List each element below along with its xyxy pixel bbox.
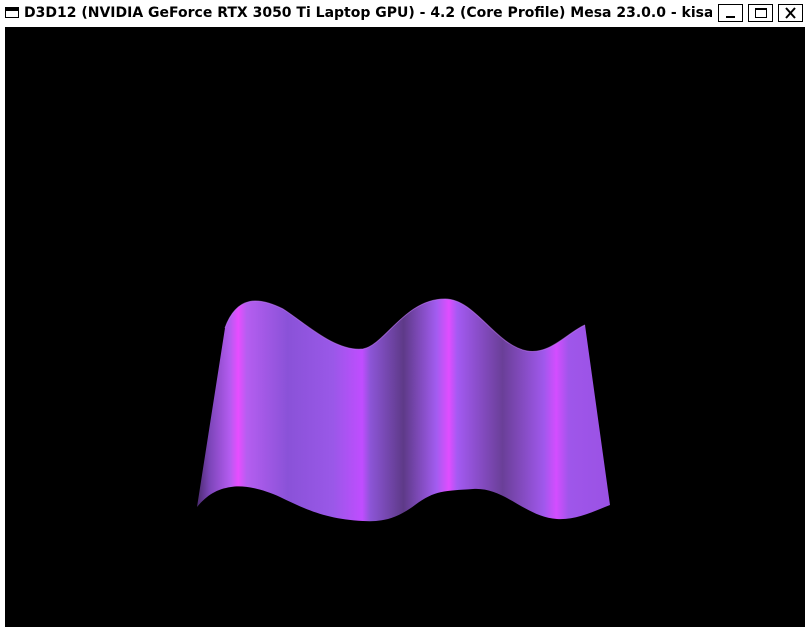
maximize-icon	[755, 8, 767, 18]
app-window: D3D12 (NVIDIA GeForce RTX 3050 Ti Laptop…	[0, 0, 809, 631]
render-viewport[interactable]	[5, 27, 805, 627]
minimize-button[interactable]	[718, 4, 743, 22]
window-title: D3D12 (NVIDIA GeForce RTX 3050 Ti Laptop…	[24, 5, 712, 21]
title-bar[interactable]: D3D12 (NVIDIA GeForce RTX 3050 Ti Laptop…	[0, 0, 809, 26]
wave-surface	[197, 298, 610, 522]
minimize-icon	[726, 16, 735, 18]
wave-surface-mesh	[197, 299, 610, 522]
close-button[interactable]	[778, 4, 803, 22]
close-icon	[785, 7, 796, 19]
window-icon[interactable]	[5, 7, 19, 18]
maximize-button[interactable]	[748, 4, 773, 22]
